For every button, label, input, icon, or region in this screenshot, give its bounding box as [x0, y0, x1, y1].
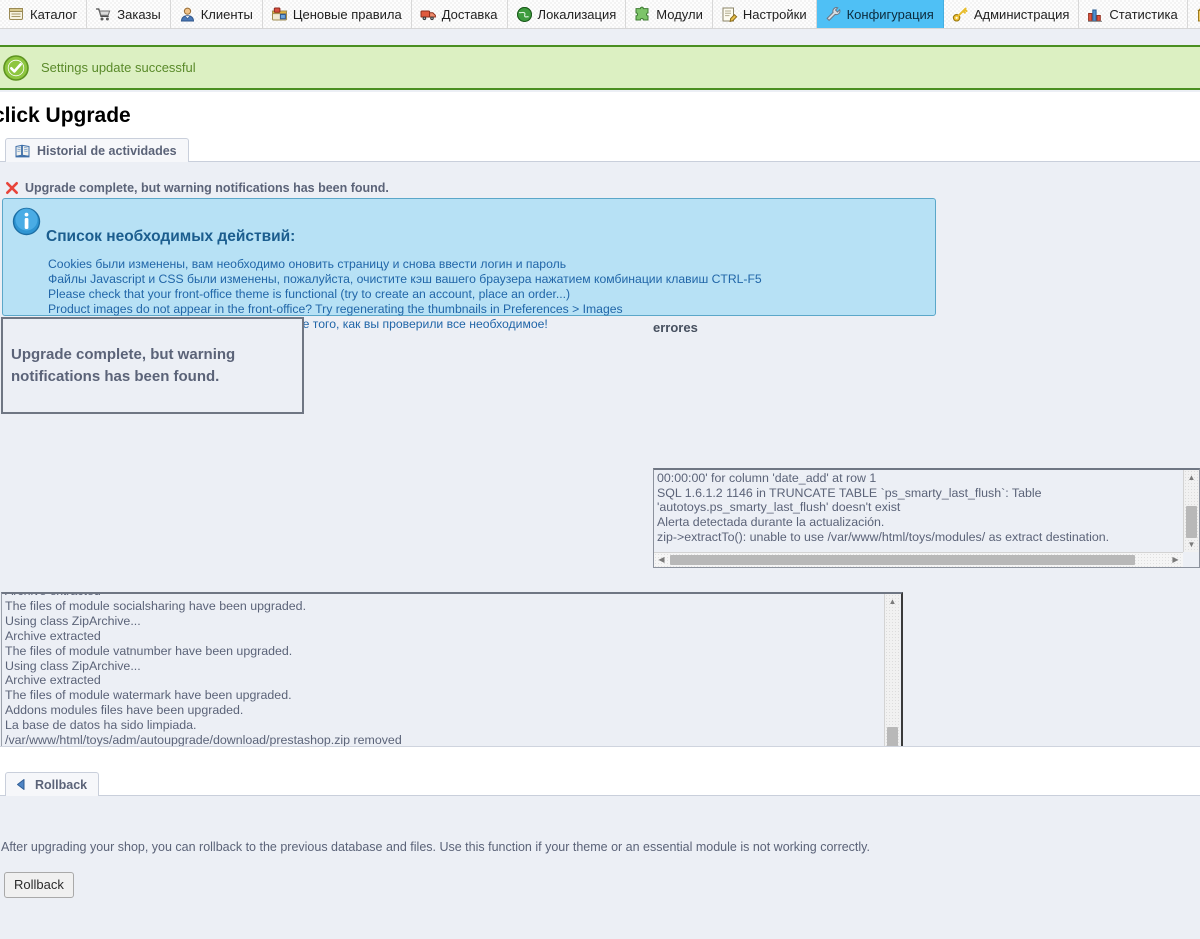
rollback-body: After upgrading your shop, you can rollb… [0, 796, 1200, 939]
log-line: La base de datos ha sido limpiada. [5, 718, 197, 733]
nav-item-label: Каталог [30, 6, 78, 22]
nav-item-label: Доставка [441, 6, 498, 22]
log-line: Using class ZipArchive... [5, 658, 141, 673]
nav-item-label: Ценовые правила [292, 6, 402, 22]
log-line: Addons modules files have been upgraded. [5, 703, 244, 718]
tab-historial-de-actividades[interactable]: Historial de actividades [5, 138, 189, 162]
scroll-down-arrow-icon[interactable]: ▼ [1185, 538, 1198, 551]
nav-item-модули[interactable]: Модули [626, 0, 713, 28]
list-item[interactable]: Product images do not appear in the fron… [48, 302, 927, 317]
nav-item-label: Заказы [117, 6, 161, 22]
activity-content-panel: Upgrade complete, but warning notificati… [0, 162, 1200, 796]
warning-text: Upgrade complete, but warning notificati… [25, 181, 389, 195]
rollback-description: After upgrading your shop, you can rollb… [1, 840, 870, 854]
nav-item-запас[interactable]: Запас [1188, 0, 1200, 28]
upgrade-result-box: Upgrade complete, but warning notificati… [1, 317, 304, 414]
scroll-right-arrow-icon[interactable]: ▶ [1169, 553, 1182, 566]
log-line: Archive extracted [5, 594, 875, 599]
nav-item-администрация[interactable]: Администрация [944, 0, 1080, 28]
required-actions-infobox: Список необходимых действий: Cookies был… [2, 198, 936, 331]
success-check-icon [3, 54, 29, 81]
nav-item-label: Администрация [973, 6, 1070, 22]
tab-label: Historial de actividades [37, 143, 177, 158]
nav-item-клиенты[interactable]: Клиенты [171, 0, 263, 28]
list-item[interactable]: Cookies были изменены, вам необходимо он… [48, 257, 927, 272]
log-line: Archive extracted [5, 673, 101, 688]
settings-update-confirmation-bar: Settings update successful [0, 45, 1200, 90]
errores-textarea[interactable]: NOW() WHERE `date_add` = '0000-00-00 00:… [653, 468, 1200, 568]
nav-item-label: Локализация [537, 6, 617, 22]
modules-puzzle-icon [634, 6, 651, 23]
page-title: -click Upgrade [0, 104, 131, 127]
main-navigation-bar: Каталог Заказы Клиенты Ценовые правила Доста… [0, 0, 1200, 29]
red-x-icon [5, 181, 19, 195]
nav-item-label: Настройки [742, 6, 807, 22]
log-line: The files of module vatnumber have been … [5, 643, 293, 658]
nav-item-каталог[interactable]: Каталог [0, 0, 88, 28]
rollback-section: Rollback After upgrading your shop, you … [0, 746, 1200, 939]
upgrade-warning-line: Upgrade complete, but warning notificati… [5, 181, 389, 195]
nav-item-label: Клиенты [200, 6, 253, 22]
errores-h-scroll-thumb[interactable] [670, 555, 1135, 565]
scroll-up-arrow-icon[interactable]: ▲ [886, 595, 899, 608]
errores-line: Alerta detectada durante la actualizació… [657, 515, 885, 530]
price-rules-icon [271, 6, 288, 23]
scroll-left-arrow-icon[interactable]: ◀ [655, 553, 668, 566]
errores-horizontal-scrollbar[interactable]: ◀ ▶ [654, 552, 1183, 567]
customers-icon [179, 6, 196, 23]
nav-item-конфигурация[interactable]: Конфигурация [816, 0, 944, 28]
nav-item-настройки[interactable]: Настройки [713, 0, 817, 28]
errores-text-content: NOW() WHERE `date_add` = '0000-00-00 00:… [657, 470, 1186, 545]
shipping-truck-icon [420, 6, 437, 23]
rollback-tab-strip: Rollback [0, 772, 1200, 796]
errores-label: errores [653, 320, 698, 335]
log-line: Archive extracted [5, 628, 101, 643]
list-item[interactable]: Please check that your front-office them… [48, 287, 927, 302]
errores-line: SQL 1.6.1.2 1146 in TRUNCATE TABLE `ps_s… [657, 485, 1042, 500]
errores-v-scroll-thumb[interactable] [1186, 506, 1197, 538]
tab-rollback[interactable]: Rollback [5, 772, 100, 796]
wrench-icon [825, 6, 842, 23]
book-icon [15, 144, 30, 158]
info-circle-icon [12, 207, 41, 236]
stock-box-icon [1196, 6, 1200, 23]
nav-item-label: Модули [656, 6, 703, 22]
nav-item-label: Конфигурация [846, 6, 934, 22]
errores-line: 00:00:00' for column 'date_add' at row 1 [657, 470, 877, 485]
confirmation-text: Settings update successful [41, 60, 196, 75]
page-body: -click Upgrade Historial de actividades [0, 92, 1200, 939]
nav-item-label: Статистика [1109, 6, 1178, 22]
back-arrow-icon [15, 778, 28, 791]
localization-icon [516, 6, 533, 23]
errores-line: 'autotoys.ps_smarty_last_flush' doesn't … [657, 500, 901, 515]
nav-item-локализация[interactable]: Локализация [508, 0, 627, 28]
orders-cart-icon [95, 6, 112, 23]
rollback-button[interactable]: Rollback [4, 872, 74, 898]
scroll-up-arrow-icon[interactable]: ▲ [1185, 471, 1198, 484]
errores-vertical-scrollbar[interactable]: ▲ ▼ [1183, 470, 1199, 552]
key-icon [952, 6, 969, 23]
nav-item-ценовые-правила[interactable]: Ценовые правила [263, 0, 412, 28]
activity-tab-strip: Historial de actividades [0, 138, 1200, 162]
log-line: The files of module socialsharing have b… [5, 598, 307, 613]
errores-line: zip->extractTo(): unable to use /var/www… [657, 529, 1110, 544]
rollback-tab-label: Rollback [35, 777, 88, 792]
nav-item-статистика[interactable]: Статистика [1079, 0, 1188, 28]
infobox-title: Список необходимых действий: [46, 228, 296, 245]
list-item[interactable]: Файлы Javascript и CSS были изменены, по… [48, 272, 927, 287]
catalog-icon [8, 6, 25, 23]
result-text: Upgrade complete, but warning notificati… [11, 345, 236, 385]
log-line: Using class ZipArchive... [5, 613, 141, 628]
log-line: The files of module watermark have been … [5, 688, 292, 703]
nav-item-заказы[interactable]: Заказы [87, 0, 171, 28]
preferences-icon [721, 6, 738, 23]
nav-item-доставка[interactable]: Доставка [412, 0, 508, 28]
bar-chart-icon [1087, 6, 1104, 23]
